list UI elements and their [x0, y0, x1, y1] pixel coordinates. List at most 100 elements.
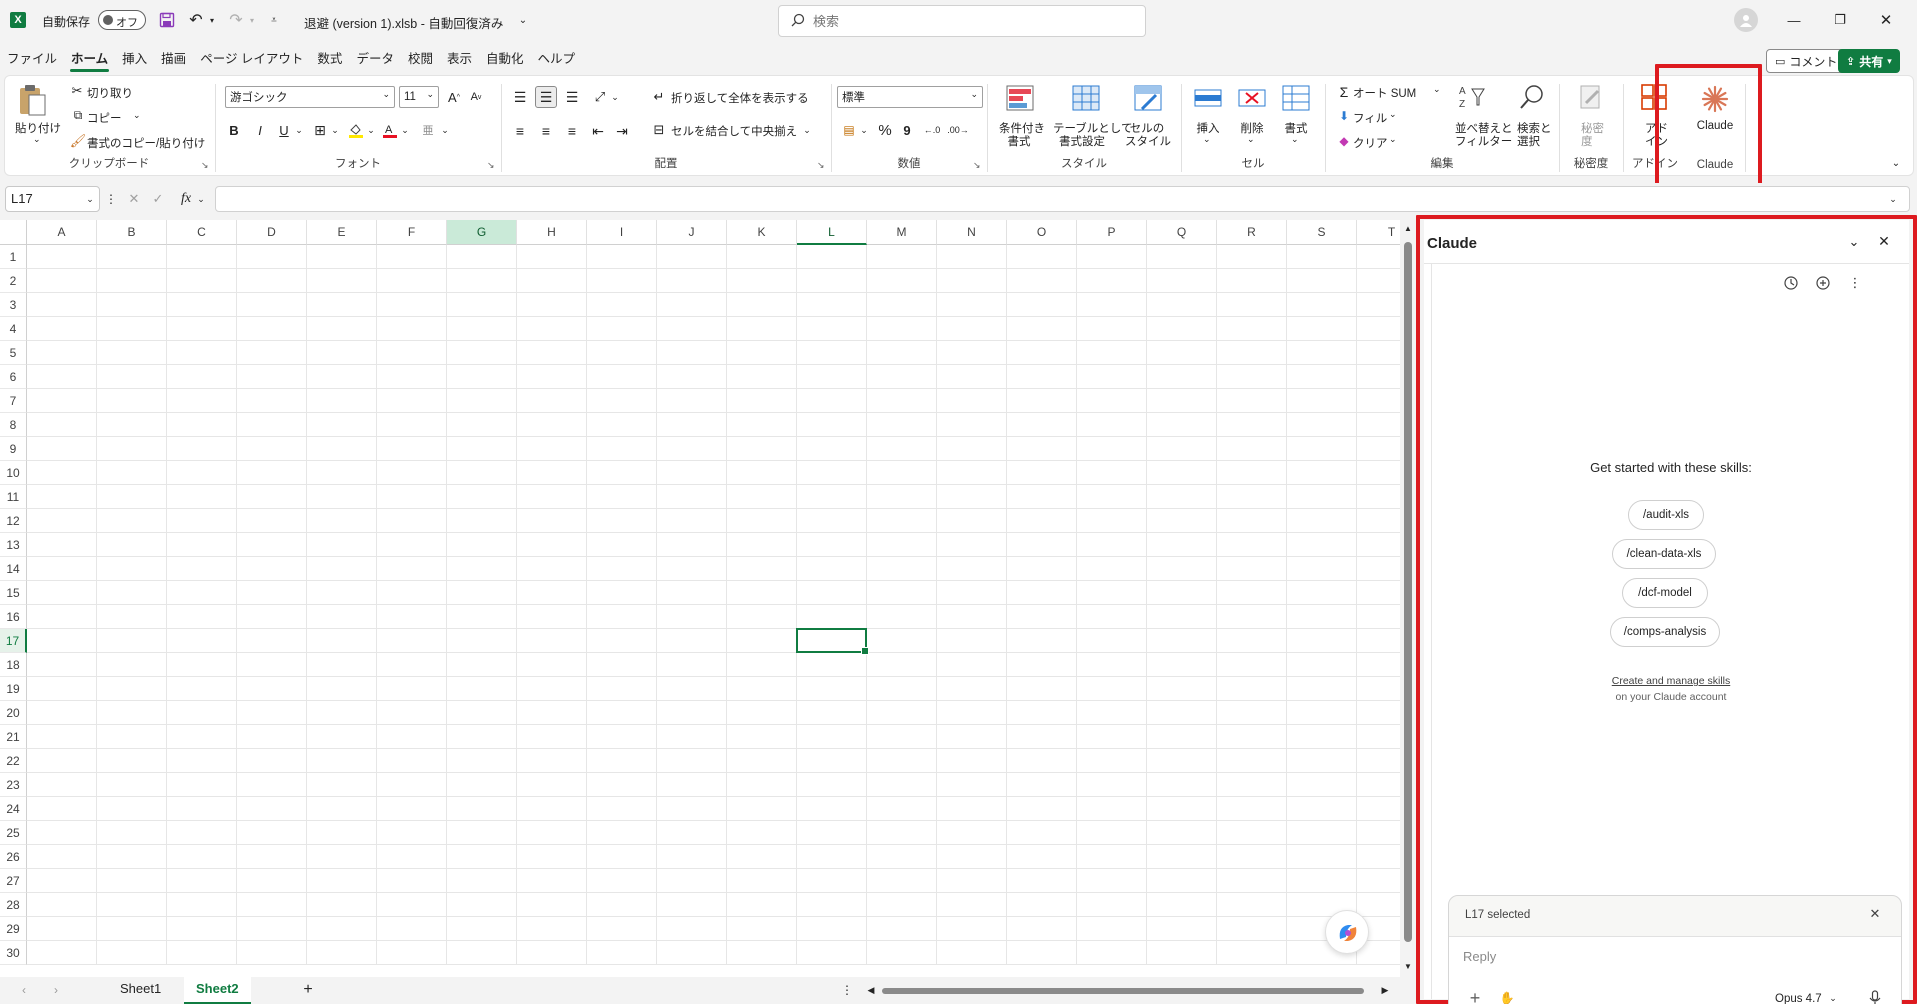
comma-style-button[interactable]: 9 [899, 121, 915, 139]
row-header[interactable]: 10 [0, 461, 27, 485]
merge-chevron-icon[interactable]: ⌄ [801, 121, 813, 139]
merge-center-icon[interactable]: ⊟ [651, 121, 667, 139]
sheet-tab-1[interactable]: Sheet1 [108, 977, 173, 1004]
font-launcher-icon[interactable]: ↘ [487, 160, 495, 171]
cell-styles-icon[interactable] [1133, 84, 1163, 112]
row-header[interactable]: 17 [0, 629, 27, 653]
column-header[interactable]: M [867, 220, 937, 245]
row-header[interactable]: 28 [0, 893, 27, 917]
row-header[interactable]: 3 [0, 293, 27, 317]
column-header[interactable]: I [587, 220, 657, 245]
skill-clean-data-xls[interactable]: /clean-data-xls [1612, 539, 1716, 569]
copy-icon[interactable]: ⧉ [71, 108, 85, 122]
minimize-icon[interactable]: — [1771, 0, 1817, 40]
select-all-corner[interactable] [0, 220, 27, 245]
row-header[interactable]: 20 [0, 701, 27, 725]
decrease-indent-icon[interactable]: ⇤ [587, 120, 609, 142]
align-right-icon[interactable]: ≡ [561, 120, 583, 142]
column-header[interactable]: D [237, 220, 307, 245]
addins-icon[interactable] [1639, 82, 1669, 112]
attach-icon[interactable]: + [1467, 988, 1483, 1004]
vertical-scrollbar[interactable]: ▲ ▼ [1400, 220, 1416, 977]
row-header[interactable]: 13 [0, 533, 27, 557]
sort-filter-icon[interactable]: AZ [1457, 82, 1487, 112]
save-icon[interactable] [158, 11, 176, 29]
name-box-chevron-icon[interactable]: ⌄ [85, 193, 95, 205]
horizontal-scroll-thumb[interactable] [882, 988, 1364, 994]
undo-dropdown-icon[interactable]: ▾ [207, 11, 217, 29]
tab-2[interactable]: 挿入 [115, 48, 154, 72]
fill-icon[interactable]: ⬇ [1337, 108, 1351, 124]
search-input[interactable] [813, 13, 1113, 29]
tab-6[interactable]: データ [349, 48, 401, 72]
scroll-up-icon[interactable]: ▲ [1404, 224, 1412, 233]
collapse-ribbon-icon[interactable]: ⌄ [1889, 156, 1903, 170]
scroll-right-icon[interactable]: ▶ [1380, 983, 1390, 997]
phonetic-icon[interactable]: 亜 [419, 121, 437, 139]
copy-chevron-icon[interactable]: ⌄ [133, 110, 141, 121]
column-header[interactable]: F [377, 220, 447, 245]
row-header[interactable]: 23 [0, 773, 27, 797]
orientation-icon[interactable]: ⤢ [589, 86, 611, 108]
new-chat-icon[interactable] [1814, 274, 1832, 292]
phonetic-chevron-icon[interactable]: ⌄ [439, 121, 451, 139]
align-bottom-icon[interactable]: ☰ [561, 86, 583, 108]
row-header[interactable]: 22 [0, 749, 27, 773]
format-as-table-label-2[interactable]: 書式設定 [1053, 133, 1111, 149]
formula-input[interactable] [215, 186, 1910, 212]
add-sheet-icon[interactable]: + [300, 981, 316, 999]
skill-audit-xls[interactable]: /audit-xls [1628, 500, 1704, 530]
row-header[interactable]: 8 [0, 413, 27, 437]
align-left-icon[interactable]: ≡ [509, 120, 531, 142]
tab-8[interactable]: 表示 [440, 48, 479, 72]
sort-filter-label-2[interactable]: フィルター [1455, 133, 1512, 149]
microphone-icon[interactable] [1867, 989, 1883, 1004]
format-as-table-icon[interactable] [1071, 84, 1101, 112]
row-header[interactable]: 18 [0, 653, 27, 677]
row-header[interactable]: 25 [0, 821, 27, 845]
row-header[interactable]: 29 [0, 917, 27, 941]
row-header[interactable]: 4 [0, 317, 27, 341]
column-header[interactable]: S [1287, 220, 1357, 245]
pointer-tool-icon[interactable]: ✋ [1499, 990, 1515, 1004]
column-header[interactable]: B [97, 220, 167, 245]
clear-chevron-icon[interactable]: ⌄ [1389, 134, 1397, 145]
currency-icon[interactable]: ▤ [839, 121, 859, 139]
decrease-font-icon[interactable]: Av [467, 88, 485, 106]
column-header[interactable]: P [1077, 220, 1147, 245]
paste-chevron-icon[interactable]: ⌄ [33, 134, 41, 145]
scroll-down-icon[interactable]: ▼ [1404, 962, 1412, 971]
restore-icon[interactable]: ❐ [1817, 0, 1863, 40]
row-header[interactable]: 5 [0, 341, 27, 365]
cancel-entry-icon[interactable]: ✕ [126, 191, 142, 207]
sheet-bar-more-icon[interactable]: ⋮ [841, 982, 853, 998]
borders-icon[interactable]: ⊞ [311, 121, 329, 139]
decrease-decimal-icon[interactable]: .00→ [947, 121, 969, 139]
find-select-label-2[interactable]: 選択 [1517, 133, 1540, 149]
skill-comps-analysis[interactable]: /comps-analysis [1610, 617, 1720, 647]
expand-formula-icon[interactable]: ⌄ [1886, 191, 1900, 207]
font-size-select[interactable]: 11 ⌄ [399, 86, 439, 108]
redo-dropdown-icon[interactable]: ▾ [247, 11, 257, 29]
tab-3[interactable]: 描画 [154, 48, 193, 72]
borders-chevron-icon[interactable]: ⌄ [329, 121, 341, 139]
conditional-format-label-2[interactable]: 書式 [999, 133, 1039, 149]
model-chevron-icon[interactable]: ⌄ [1827, 991, 1839, 1004]
addins-label-2[interactable]: イン [1645, 133, 1668, 149]
next-sheet-icon[interactable]: › [50, 982, 62, 998]
row-header[interactable]: 26 [0, 845, 27, 869]
fill-color-icon[interactable] [347, 121, 365, 139]
column-header[interactable]: J [657, 220, 727, 245]
fill-label[interactable]: フィル [1353, 110, 1387, 126]
row-header[interactable]: 6 [0, 365, 27, 389]
row-header[interactable]: 12 [0, 509, 27, 533]
row-header[interactable]: 27 [0, 869, 27, 893]
confirm-entry-icon[interactable]: ✓ [150, 191, 166, 207]
insert-function-button[interactable]: fx [176, 190, 196, 208]
italic-button[interactable]: I [251, 121, 269, 139]
row-header[interactable]: 7 [0, 389, 27, 413]
find-select-icon[interactable] [1517, 82, 1547, 112]
cut-label[interactable]: 切り取り [87, 85, 133, 101]
conditional-format-icon[interactable] [1005, 84, 1035, 112]
close-window-icon[interactable]: ✕ [1863, 0, 1909, 40]
